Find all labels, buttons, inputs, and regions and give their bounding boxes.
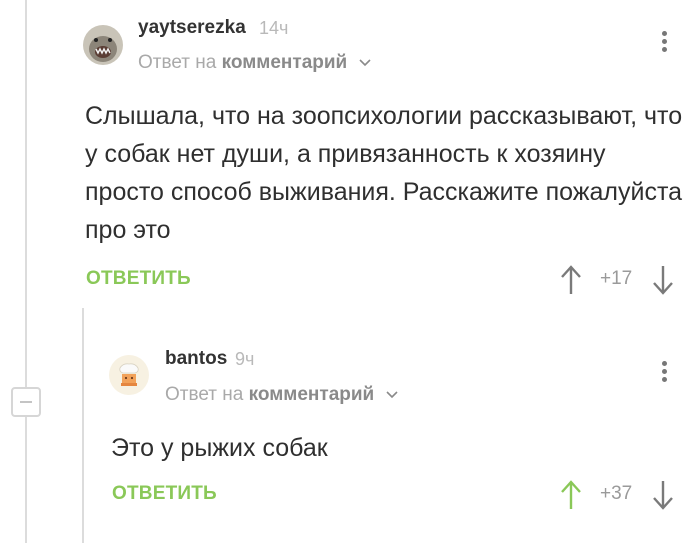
reply-target[interactable]: комментарий bbox=[249, 384, 375, 405]
reply-prefix: Ответ на bbox=[165, 384, 244, 405]
more-options-icon[interactable] bbox=[660, 361, 668, 387]
reply-to-link[interactable]: Ответ на комментарий bbox=[138, 52, 371, 74]
downvote-arrow-icon[interactable] bbox=[652, 264, 674, 296]
reply-button[interactable]: ОТВЕТИТЬ bbox=[112, 483, 217, 505]
upvote-arrow-icon[interactable] bbox=[560, 264, 582, 296]
comment-text: Слышала, что на зоопсихологии рассказыва… bbox=[85, 102, 683, 244]
avatar[interactable] bbox=[83, 25, 123, 65]
thread-line-inner bbox=[82, 308, 84, 543]
collapse-thread-button[interactable] bbox=[11, 387, 41, 417]
chevron-down-icon[interactable] bbox=[358, 59, 371, 67]
comment-score: +37 bbox=[600, 483, 633, 504]
thread-line-outer bbox=[25, 0, 27, 387]
upvote-arrow-icon[interactable] bbox=[560, 479, 582, 511]
more-options-icon[interactable] bbox=[660, 31, 668, 57]
comment-text: Это у рыжих собак bbox=[111, 434, 328, 462]
chevron-down-icon[interactable] bbox=[385, 391, 398, 399]
comment-username[interactable]: bantos bbox=[165, 348, 227, 370]
avatar[interactable] bbox=[109, 355, 149, 395]
reply-target[interactable]: комментарий bbox=[222, 52, 348, 73]
thread-line-outer-bottom bbox=[25, 417, 27, 543]
comment-score: +17 bbox=[600, 268, 633, 289]
downvote-arrow-icon[interactable] bbox=[652, 479, 674, 511]
reply-prefix: Ответ на bbox=[138, 52, 217, 73]
reply-button[interactable]: ОТВЕТИТЬ bbox=[86, 268, 191, 290]
reply-to-link[interactable]: Ответ на комментарий bbox=[165, 384, 398, 406]
comment-time: 14ч bbox=[259, 18, 289, 38]
comment-time: 9ч bbox=[235, 349, 255, 369]
comment-username[interactable]: yaytserezka bbox=[138, 17, 246, 39]
